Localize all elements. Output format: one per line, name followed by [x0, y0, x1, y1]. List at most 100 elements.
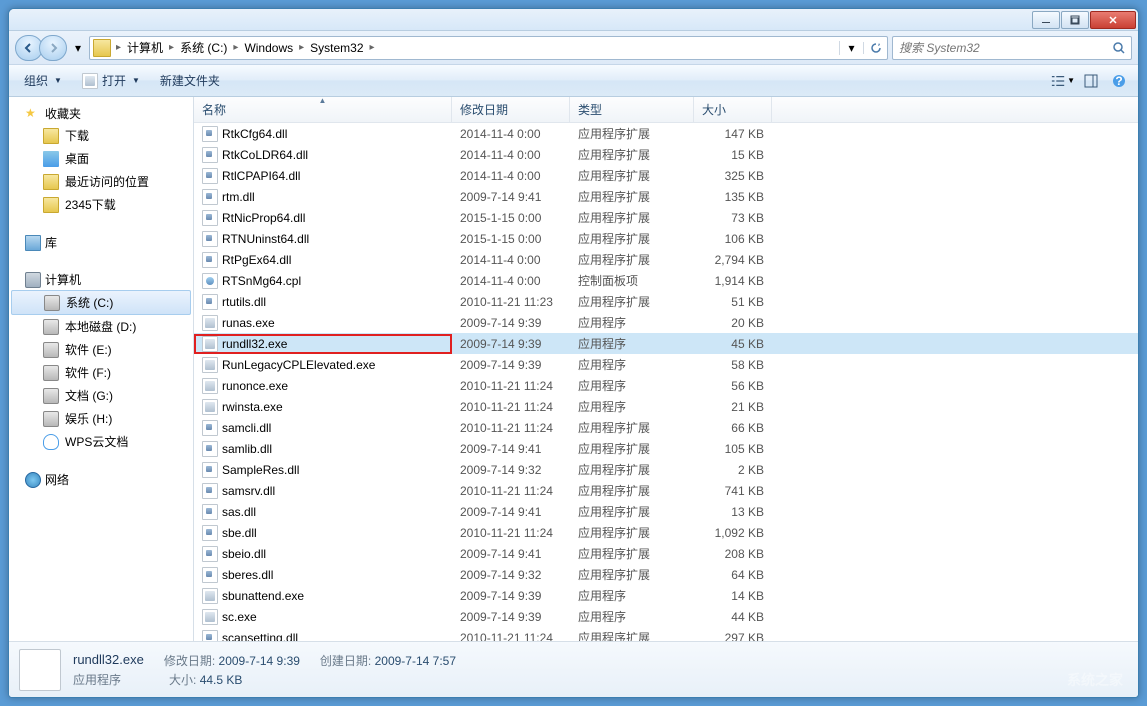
libraries-header[interactable]: 库	[9, 232, 193, 253]
network-icon	[25, 472, 41, 488]
sidebar-item-recent[interactable]: 最近访问的位置	[9, 170, 193, 193]
search-box[interactable]	[892, 36, 1132, 60]
file-row[interactable]: RtNicProp64.dll2015-1-15 0:00应用程序扩展73 KB	[194, 207, 1138, 228]
sidebar-item-drive-e[interactable]: 软件 (E:)	[9, 338, 193, 361]
file-row[interactable]: scansetting.dll2010-11-21 11:24应用程序扩展297…	[194, 627, 1138, 641]
search-icon[interactable]	[1107, 41, 1131, 55]
chevron-right-icon[interactable]: ▸	[114, 42, 123, 53]
nav-history-dropdown[interactable]: ▾	[71, 35, 85, 61]
breadcrumb[interactable]: ▸ 计算机 ▸ 系统 (C:) ▸ Windows ▸ System32 ▸ ▾	[89, 36, 888, 60]
organize-button[interactable]: 组织▼	[15, 69, 71, 93]
breadcrumb-dropdown[interactable]: ▾	[839, 41, 863, 55]
star-icon: ★	[25, 106, 41, 122]
file-row[interactable]: RTSnMg64.cpl2014-11-4 0:00控制面板项1,914 KB	[194, 270, 1138, 291]
file-size: 13 KB	[694, 505, 772, 519]
file-row[interactable]: sbe.dll2010-11-21 11:24应用程序扩展1,092 KB	[194, 522, 1138, 543]
favorites-header[interactable]: ★收藏夹	[9, 103, 193, 124]
file-name: RtNicProp64.dll	[222, 211, 305, 225]
sidebar-item-wps-cloud[interactable]: WPS云文档	[9, 430, 193, 453]
file-row[interactable]: runonce.exe2010-11-21 11:24应用程序56 KB	[194, 375, 1138, 396]
file-list[interactable]: RtkCfg64.dll2014-11-4 0:00应用程序扩展147 KBRt…	[194, 123, 1138, 641]
file-date: 2009-7-14 9:39	[452, 316, 570, 330]
file-row[interactable]: SampleRes.dll2009-7-14 9:32应用程序扩展2 KB	[194, 459, 1138, 480]
file-name: rtutils.dll	[222, 295, 266, 309]
file-row[interactable]: RtPgEx64.dll2014-11-4 0:00应用程序扩展2,794 KB	[194, 249, 1138, 270]
file-name: RtlCPAPI64.dll	[222, 169, 300, 183]
computer-header[interactable]: 计算机	[9, 269, 193, 290]
file-row[interactable]: rtm.dll2009-7-14 9:41应用程序扩展135 KB	[194, 186, 1138, 207]
file-size: 208 KB	[694, 547, 772, 561]
sidebar-item-drive-g[interactable]: 文档 (G:)	[9, 384, 193, 407]
sidebar-item-2345[interactable]: 2345下载	[9, 193, 193, 216]
file-type-icon	[202, 126, 218, 142]
file-name: sas.dll	[222, 505, 256, 519]
file-row[interactable]: RunLegacyCPLElevated.exe2009-7-14 9:39应用…	[194, 354, 1138, 375]
app-icon	[82, 73, 98, 89]
sidebar-item-drive-d[interactable]: 本地磁盘 (D:)	[9, 315, 193, 338]
new-folder-button[interactable]: 新建文件夹	[151, 69, 229, 93]
column-date[interactable]: 修改日期	[452, 97, 570, 122]
minimize-button[interactable]	[1032, 11, 1060, 29]
sidebar-item-drive-c[interactable]: 系统 (C:)	[11, 290, 191, 315]
file-row[interactable]: rwinsta.exe2010-11-21 11:24应用程序21 KB	[194, 396, 1138, 417]
file-row[interactable]: sas.dll2009-7-14 9:41应用程序扩展13 KB	[194, 501, 1138, 522]
file-name: RTSnMg64.cpl	[222, 274, 301, 288]
file-row[interactable]: RtkCfg64.dll2014-11-4 0:00应用程序扩展147 KB	[194, 123, 1138, 144]
file-row[interactable]: samsrv.dll2010-11-21 11:24应用程序扩展741 KB	[194, 480, 1138, 501]
file-row[interactable]: rundll32.exe2009-7-14 9:39应用程序45 KB	[194, 333, 1138, 354]
file-size: 58 KB	[694, 358, 772, 372]
breadcrumb-segment[interactable]: 系统 (C:)	[176, 37, 231, 59]
file-type-icon	[202, 588, 218, 604]
file-row[interactable]: rtutils.dll2010-11-21 11:23应用程序扩展51 KB	[194, 291, 1138, 312]
file-row[interactable]: runas.exe2009-7-14 9:39应用程序20 KB	[194, 312, 1138, 333]
file-date: 2009-7-14 9:32	[452, 568, 570, 582]
nav-forward-button[interactable]	[39, 35, 67, 61]
chevron-right-icon[interactable]: ▸	[297, 42, 306, 53]
file-name: RTNUninst64.dll	[222, 232, 309, 246]
file-row[interactable]: samcli.dll2010-11-21 11:24应用程序扩展66 KB	[194, 417, 1138, 438]
file-date: 2009-7-14 9:32	[452, 463, 570, 477]
sidebar-item-drive-h[interactable]: 娱乐 (H:)	[9, 407, 193, 430]
maximize-button[interactable]	[1061, 11, 1089, 29]
file-row[interactable]: samlib.dll2009-7-14 9:41应用程序扩展105 KB	[194, 438, 1138, 459]
drive-icon	[43, 388, 59, 404]
file-row[interactable]: RtkCoLDR64.dll2014-11-4 0:00应用程序扩展15 KB	[194, 144, 1138, 165]
file-size: 56 KB	[694, 379, 772, 393]
open-button[interactable]: 打开▼	[73, 69, 149, 93]
preview-pane-button[interactable]	[1078, 69, 1104, 93]
column-type[interactable]: 类型	[570, 97, 694, 122]
file-type-icon	[202, 420, 218, 436]
file-row[interactable]: RTNUninst64.dll2015-1-15 0:00应用程序扩展106 K…	[194, 228, 1138, 249]
network-header[interactable]: 网络	[9, 469, 193, 490]
breadcrumb-segment[interactable]: 计算机	[123, 37, 167, 59]
refresh-button[interactable]	[863, 42, 887, 54]
chevron-right-icon[interactable]: ▸	[231, 42, 240, 53]
file-type: 应用程序扩展	[570, 125, 694, 142]
search-input[interactable]	[893, 41, 1107, 55]
file-row[interactable]: sc.exe2009-7-14 9:39应用程序44 KB	[194, 606, 1138, 627]
file-row[interactable]: sberes.dll2009-7-14 9:32应用程序扩展64 KB	[194, 564, 1138, 585]
sidebar-item-desktop[interactable]: 桌面	[9, 147, 193, 170]
help-button[interactable]: ?	[1106, 69, 1132, 93]
chevron-right-icon[interactable]: ▸	[368, 42, 377, 53]
column-name[interactable]: 名称▲	[194, 97, 452, 122]
file-size: 2 KB	[694, 463, 772, 477]
file-date: 2015-1-15 0:00	[452, 211, 570, 225]
file-row[interactable]: sbeio.dll2009-7-14 9:41应用程序扩展208 KB	[194, 543, 1138, 564]
file-type-icon	[202, 399, 218, 415]
file-date: 2009-7-14 9:41	[452, 442, 570, 456]
file-row[interactable]: RtlCPAPI64.dll2014-11-4 0:00应用程序扩展325 KB	[194, 165, 1138, 186]
close-button[interactable]	[1090, 11, 1136, 29]
breadcrumb-segment[interactable]: Windows	[240, 37, 297, 59]
sidebar-item-drive-f[interactable]: 软件 (F:)	[9, 361, 193, 384]
recent-icon	[43, 174, 59, 190]
file-type-icon	[202, 525, 218, 541]
file-type-icon	[202, 210, 218, 226]
file-date: 2009-7-14 9:41	[452, 547, 570, 561]
chevron-right-icon[interactable]: ▸	[167, 42, 176, 53]
sidebar-item-downloads[interactable]: 下载	[9, 124, 193, 147]
column-size[interactable]: 大小	[694, 97, 772, 122]
file-row[interactable]: sbunattend.exe2009-7-14 9:39应用程序14 KB	[194, 585, 1138, 606]
view-options-button[interactable]: ▼	[1050, 69, 1076, 93]
breadcrumb-segment[interactable]: System32	[306, 37, 367, 59]
